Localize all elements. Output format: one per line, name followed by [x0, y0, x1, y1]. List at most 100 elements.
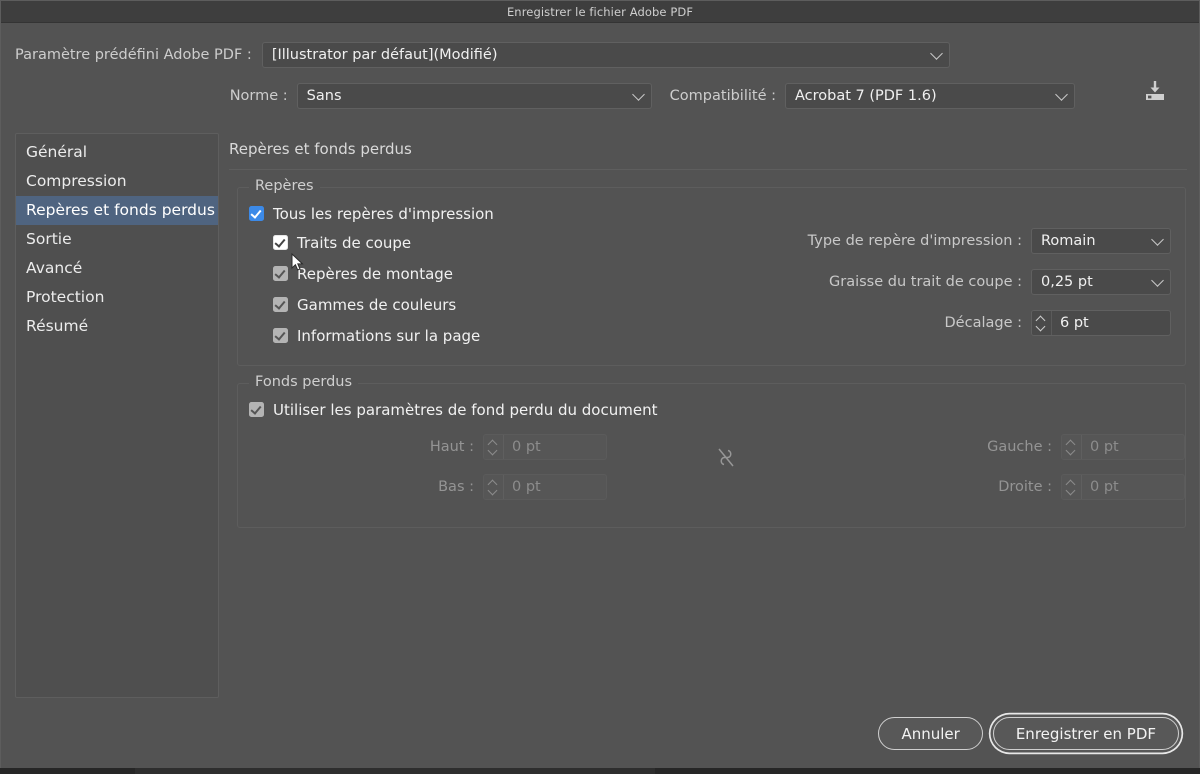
marks-checkbox-column: Tous les repères d'impression Traits de … — [249, 200, 511, 351]
settings-content-pane: Repères et fonds perdus Repères Tous les… — [223, 128, 1195, 706]
compatibility-select-value: Acrobat 7 (PDF 1.6) — [795, 88, 937, 104]
marks-group: Repères Tous les repères d'impression Tr… — [237, 178, 1186, 366]
checkbox-label-color-bars: Gammes de couleurs — [297, 295, 457, 314]
save-preset-icon[interactable] — [1141, 78, 1169, 104]
checkbox-label-all-printer-marks: Tous les repères d'impression — [273, 204, 494, 223]
bleed-bottom-value: 0 pt — [512, 479, 541, 495]
trim-mark-weight-label: Graisse du trait de coupe : — [829, 274, 1022, 290]
marks-group-body: Tous les repères d'impression Traits de … — [238, 188, 1185, 365]
dialog-header: Paramètre prédéfini Adobe PDF : [Illustr… — [1, 32, 1199, 113]
bleed-top-spinner-arrows — [484, 435, 504, 459]
marks-group-legend: Repères — [249, 178, 320, 194]
preset-label: Paramètre prédéfini Adobe PDF : — [15, 47, 252, 63]
preset-select[interactable]: [Illustrator par défaut](Modifié) — [261, 42, 950, 68]
offset-value[interactable]: 6 pt — [1052, 311, 1170, 335]
bleed-right-label: Droite : — [998, 479, 1052, 495]
checkbox-page-information[interactable] — [273, 328, 288, 343]
page-title: Repères et fonds perdus — [229, 140, 412, 158]
taskbar-left-segment — [0, 768, 135, 774]
sidebar-item-output[interactable]: Sortie — [16, 225, 218, 254]
sidebar-item-marks-and-bleeds[interactable]: Repères et fonds perdus — [16, 196, 218, 225]
norme-row: Norme : Sans Compatibilité : Acrobat 7 (… — [1, 79, 1199, 113]
checkbox-row-page-information[interactable]: Informations sur la page — [273, 320, 511, 351]
marks-fields-column: Type de repère d'impression : Romain Gra… — [511, 200, 1185, 351]
footer-buttons: Annuler Enregistrer en PDF — [878, 717, 1183, 750]
cancel-button[interactable]: Annuler — [878, 717, 983, 750]
dialog-footer: Annuler Enregistrer en PDF — [1, 706, 1199, 768]
chevron-down-icon — [631, 88, 645, 101]
sidebar-item-summary[interactable]: Résumé — [16, 312, 218, 341]
bleed-link-area — [607, 431, 845, 479]
offset-spinner-arrows[interactable] — [1032, 311, 1052, 335]
dialog-body: Général Compression Repères et fonds per… — [1, 128, 1199, 706]
bleed-right-row: Droite : 0 pt — [845, 471, 1185, 503]
checkbox-color-bars[interactable] — [273, 297, 288, 312]
checkbox-row-use-document-bleed[interactable]: Utiliser les paramètres de fond perdu du… — [249, 396, 1185, 423]
chevron-down-icon — [1055, 88, 1068, 101]
desktop-background-strip — [0, 768, 1200, 774]
checkbox-label-use-document-bleed: Utiliser les paramètres de fond perdu du… — [273, 400, 658, 419]
bleed-fields-left: Haut : 0 pt Bas : 0 pt — [249, 431, 607, 511]
bleed-left-stepper: 0 pt — [1061, 434, 1185, 460]
preset-row: Paramètre prédéfini Adobe PDF : [Illustr… — [1, 32, 1199, 78]
checkbox-label-page-information: Informations sur la page — [297, 326, 481, 345]
sidebar-item-compression[interactable]: Compression — [16, 167, 218, 196]
compatibility-label: Compatibilité : — [669, 88, 776, 104]
broken-link-icon[interactable] — [716, 447, 736, 479]
trim-mark-weight-value: 0,25 pt — [1041, 274, 1093, 290]
checkbox-label-registration-marks: Repères de montage — [297, 264, 454, 283]
bleed-top-label: Haut : — [429, 439, 474, 455]
sidebar-item-general[interactable]: Général — [16, 138, 218, 167]
dialog-title: Enregistrer le fichier Adobe PDF — [506, 4, 694, 19]
chevron-down-icon — [929, 47, 943, 60]
bleed-left-spinner-arrows — [1062, 435, 1082, 459]
offset-stepper[interactable]: 6 pt — [1031, 310, 1171, 336]
checkbox-registration-marks[interactable] — [273, 266, 288, 281]
mark-type-label: Type de repère d'impression : — [807, 233, 1022, 249]
mark-type-row: Type de repère d'impression : Romain — [511, 225, 1171, 257]
chevron-down-icon — [1151, 274, 1164, 287]
bleed-bottom-spinner-arrows — [484, 475, 504, 499]
checkbox-trim-marks[interactable] — [273, 235, 288, 250]
bleed-bottom-stepper: 0 pt — [483, 474, 607, 500]
sidebar-item-advanced[interactable]: Avancé — [16, 254, 218, 283]
bleed-right-spinner-arrows — [1062, 475, 1082, 499]
checkbox-row-registration-marks[interactable]: Repères de montage — [273, 258, 511, 289]
save-adobe-pdf-dialog: Enregistrer le fichier Adobe PDF Paramèt… — [0, 0, 1200, 769]
preset-select-value: [Illustrator par défaut](Modifié) — [271, 47, 498, 63]
bleed-top-row: Haut : 0 pt — [317, 431, 607, 463]
checkbox-row-all-printer-marks[interactable]: Tous les repères d'impression — [249, 200, 511, 227]
sidebar-item-security[interactable]: Protection — [16, 283, 218, 312]
bleed-top-stepper: 0 pt — [483, 434, 607, 460]
compatibility-select[interactable]: Acrobat 7 (PDF 1.6) — [785, 83, 1075, 109]
checkbox-all-printer-marks[interactable] — [249, 206, 264, 221]
bleed-top-value: 0 pt — [512, 439, 541, 455]
checkbox-row-trim-marks[interactable]: Traits de coupe — [273, 227, 511, 258]
trim-mark-weight-select[interactable]: 0,25 pt — [1031, 269, 1171, 295]
bleed-group-body: Utiliser les paramètres de fond perdu du… — [238, 384, 1185, 527]
save-pdf-button[interactable]: Enregistrer en PDF — [992, 717, 1179, 750]
mark-type-select[interactable]: Romain — [1031, 228, 1171, 254]
bleed-fields-right: Gauche : 0 pt Droite : 0 pt — [845, 431, 1185, 511]
bleed-group-legend: Fonds perdus — [249, 374, 359, 390]
norme-label: Norme : — [229, 88, 288, 104]
mark-type-value: Romain — [1041, 233, 1096, 249]
bleed-group: Fonds perdus Utiliser les paramètres de … — [237, 374, 1186, 528]
bleed-right-stepper: 0 pt — [1061, 474, 1185, 500]
checkbox-use-document-bleed[interactable] — [249, 402, 264, 417]
title-divider — [229, 169, 1187, 170]
offset-label: Décalage : — [944, 315, 1022, 331]
checkbox-row-color-bars[interactable]: Gammes de couleurs — [273, 289, 511, 320]
dialog-titlebar: Enregistrer le fichier Adobe PDF — [1, 1, 1199, 23]
chevron-down-icon — [1151, 233, 1164, 246]
bleed-fields: Haut : 0 pt Bas : 0 pt Gauche: 0 pt Dro… — [249, 431, 1185, 511]
trim-mark-weight-row: Graisse du trait de coupe : 0,25 pt — [511, 266, 1171, 298]
bleed-bottom-row: Bas : 0 pt — [317, 471, 607, 503]
bleed-left-row: Gauche : 0 pt — [845, 431, 1185, 463]
settings-category-list[interactable]: Général Compression Repères et fonds per… — [15, 133, 219, 698]
offset-row: Décalage : 6 pt — [511, 307, 1171, 339]
taskbar-right-segment — [655, 768, 1200, 774]
bleed-left-value: 0 pt — [1090, 439, 1119, 455]
bleed-left-label: Gauche : — [987, 439, 1052, 455]
norme-select[interactable]: Sans — [296, 83, 652, 109]
